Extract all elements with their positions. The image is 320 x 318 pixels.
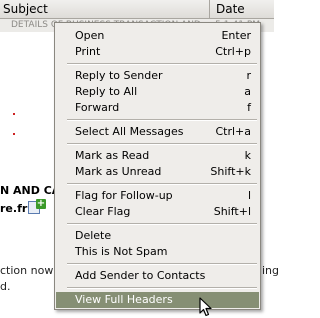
menu-item-print[interactable]: Print Ctrl+p (56, 44, 259, 60)
preview-heading-fragment: N AND CA (0, 184, 61, 197)
menu-item-mark-as-unread[interactable]: Mark as Unread Shift+k (56, 164, 259, 180)
preview-sender-fragment: re.fr (0, 202, 28, 215)
menu-item-shortcut: k (244, 149, 251, 162)
menu-item-shortcut: Shift+k (210, 165, 251, 178)
menu-item-flag-for-follow-up[interactable]: Flag for Follow-up l (56, 188, 259, 204)
menu-item-shortcut: a (244, 85, 251, 98)
menu-item-reply-to-sender[interactable]: Reply to Sender r (56, 68, 259, 84)
column-header-date[interactable]: Date (212, 0, 245, 18)
menu-item-mark-as-read[interactable]: Mark as Read k (56, 148, 259, 164)
menu-item-label: Reply to Sender (75, 69, 163, 82)
menu-item-forward[interactable]: Forward f (56, 100, 259, 116)
menu-item-delete[interactable]: Delete (56, 228, 259, 244)
menu-item-add-sender-to-contacts[interactable]: Add Sender to Contacts (56, 268, 259, 284)
menu-item-label: This is Not Spam (75, 245, 168, 258)
menu-item-label: View Full Headers (75, 293, 173, 306)
menu-item-shortcut: Ctrl+a (215, 125, 251, 138)
menu-separator (67, 223, 257, 225)
menu-item-label: Reply to All (75, 85, 138, 98)
menu-item-shortcut: r (246, 69, 251, 82)
menu-separator (67, 63, 257, 65)
menu-item-label: Clear Flag (75, 205, 131, 218)
menu-item-label: Mark as Unread (75, 165, 162, 178)
preview-body-fragment: ction now (0, 264, 54, 277)
menu-item-shortcut: l (247, 189, 251, 202)
unread-marker (13, 133, 15, 135)
menu-separator (67, 263, 257, 265)
menu-item-shortcut: Ctrl+p (215, 45, 251, 58)
add-contact-icon[interactable]: + (36, 199, 46, 209)
column-header-subject[interactable]: Subject (0, 0, 210, 18)
menu-item-select-all-messages[interactable]: Select All Messages Ctrl+a (56, 124, 259, 140)
menu-item-shortcut: f (247, 101, 251, 114)
menu-separator (67, 183, 257, 185)
preview-body-fragment: d. (0, 280, 11, 293)
menu-item-clear-flag[interactable]: Clear Flag Shift+l (56, 204, 259, 220)
menu-item-label: Forward (75, 101, 120, 114)
menu-item-reply-to-all[interactable]: Reply to All a (56, 84, 259, 100)
menu-item-label: Select All Messages (75, 125, 184, 138)
menu-item-shortcut: Shift+l (213, 205, 251, 218)
menu-item-label: Flag for Follow-up (75, 189, 173, 202)
menu-item-label: Delete (75, 229, 112, 242)
message-context-menu: Open Enter Print Ctrl+p Reply to Sender r Repl… (54, 22, 261, 310)
preview-body-fragment: ing (262, 264, 280, 277)
menu-item-label: Open (75, 29, 105, 42)
menu-item-label: Add Sender to Contacts (75, 269, 206, 282)
menu-item-shortcut: Enter (221, 29, 251, 42)
menu-item-label: Print (75, 45, 101, 58)
menu-item-open[interactable]: Open Enter (56, 28, 259, 44)
menu-item-label: Mark as Read (75, 149, 150, 162)
menu-separator (67, 287, 257, 289)
menu-item-view-full-headers[interactable]: View Full Headers (56, 292, 259, 308)
menu-item-this-is-not-spam[interactable]: This is Not Spam (56, 244, 259, 260)
menu-separator (67, 143, 257, 145)
mouse-cursor-icon (199, 297, 212, 317)
unread-marker (13, 113, 15, 115)
menu-separator (67, 119, 257, 121)
